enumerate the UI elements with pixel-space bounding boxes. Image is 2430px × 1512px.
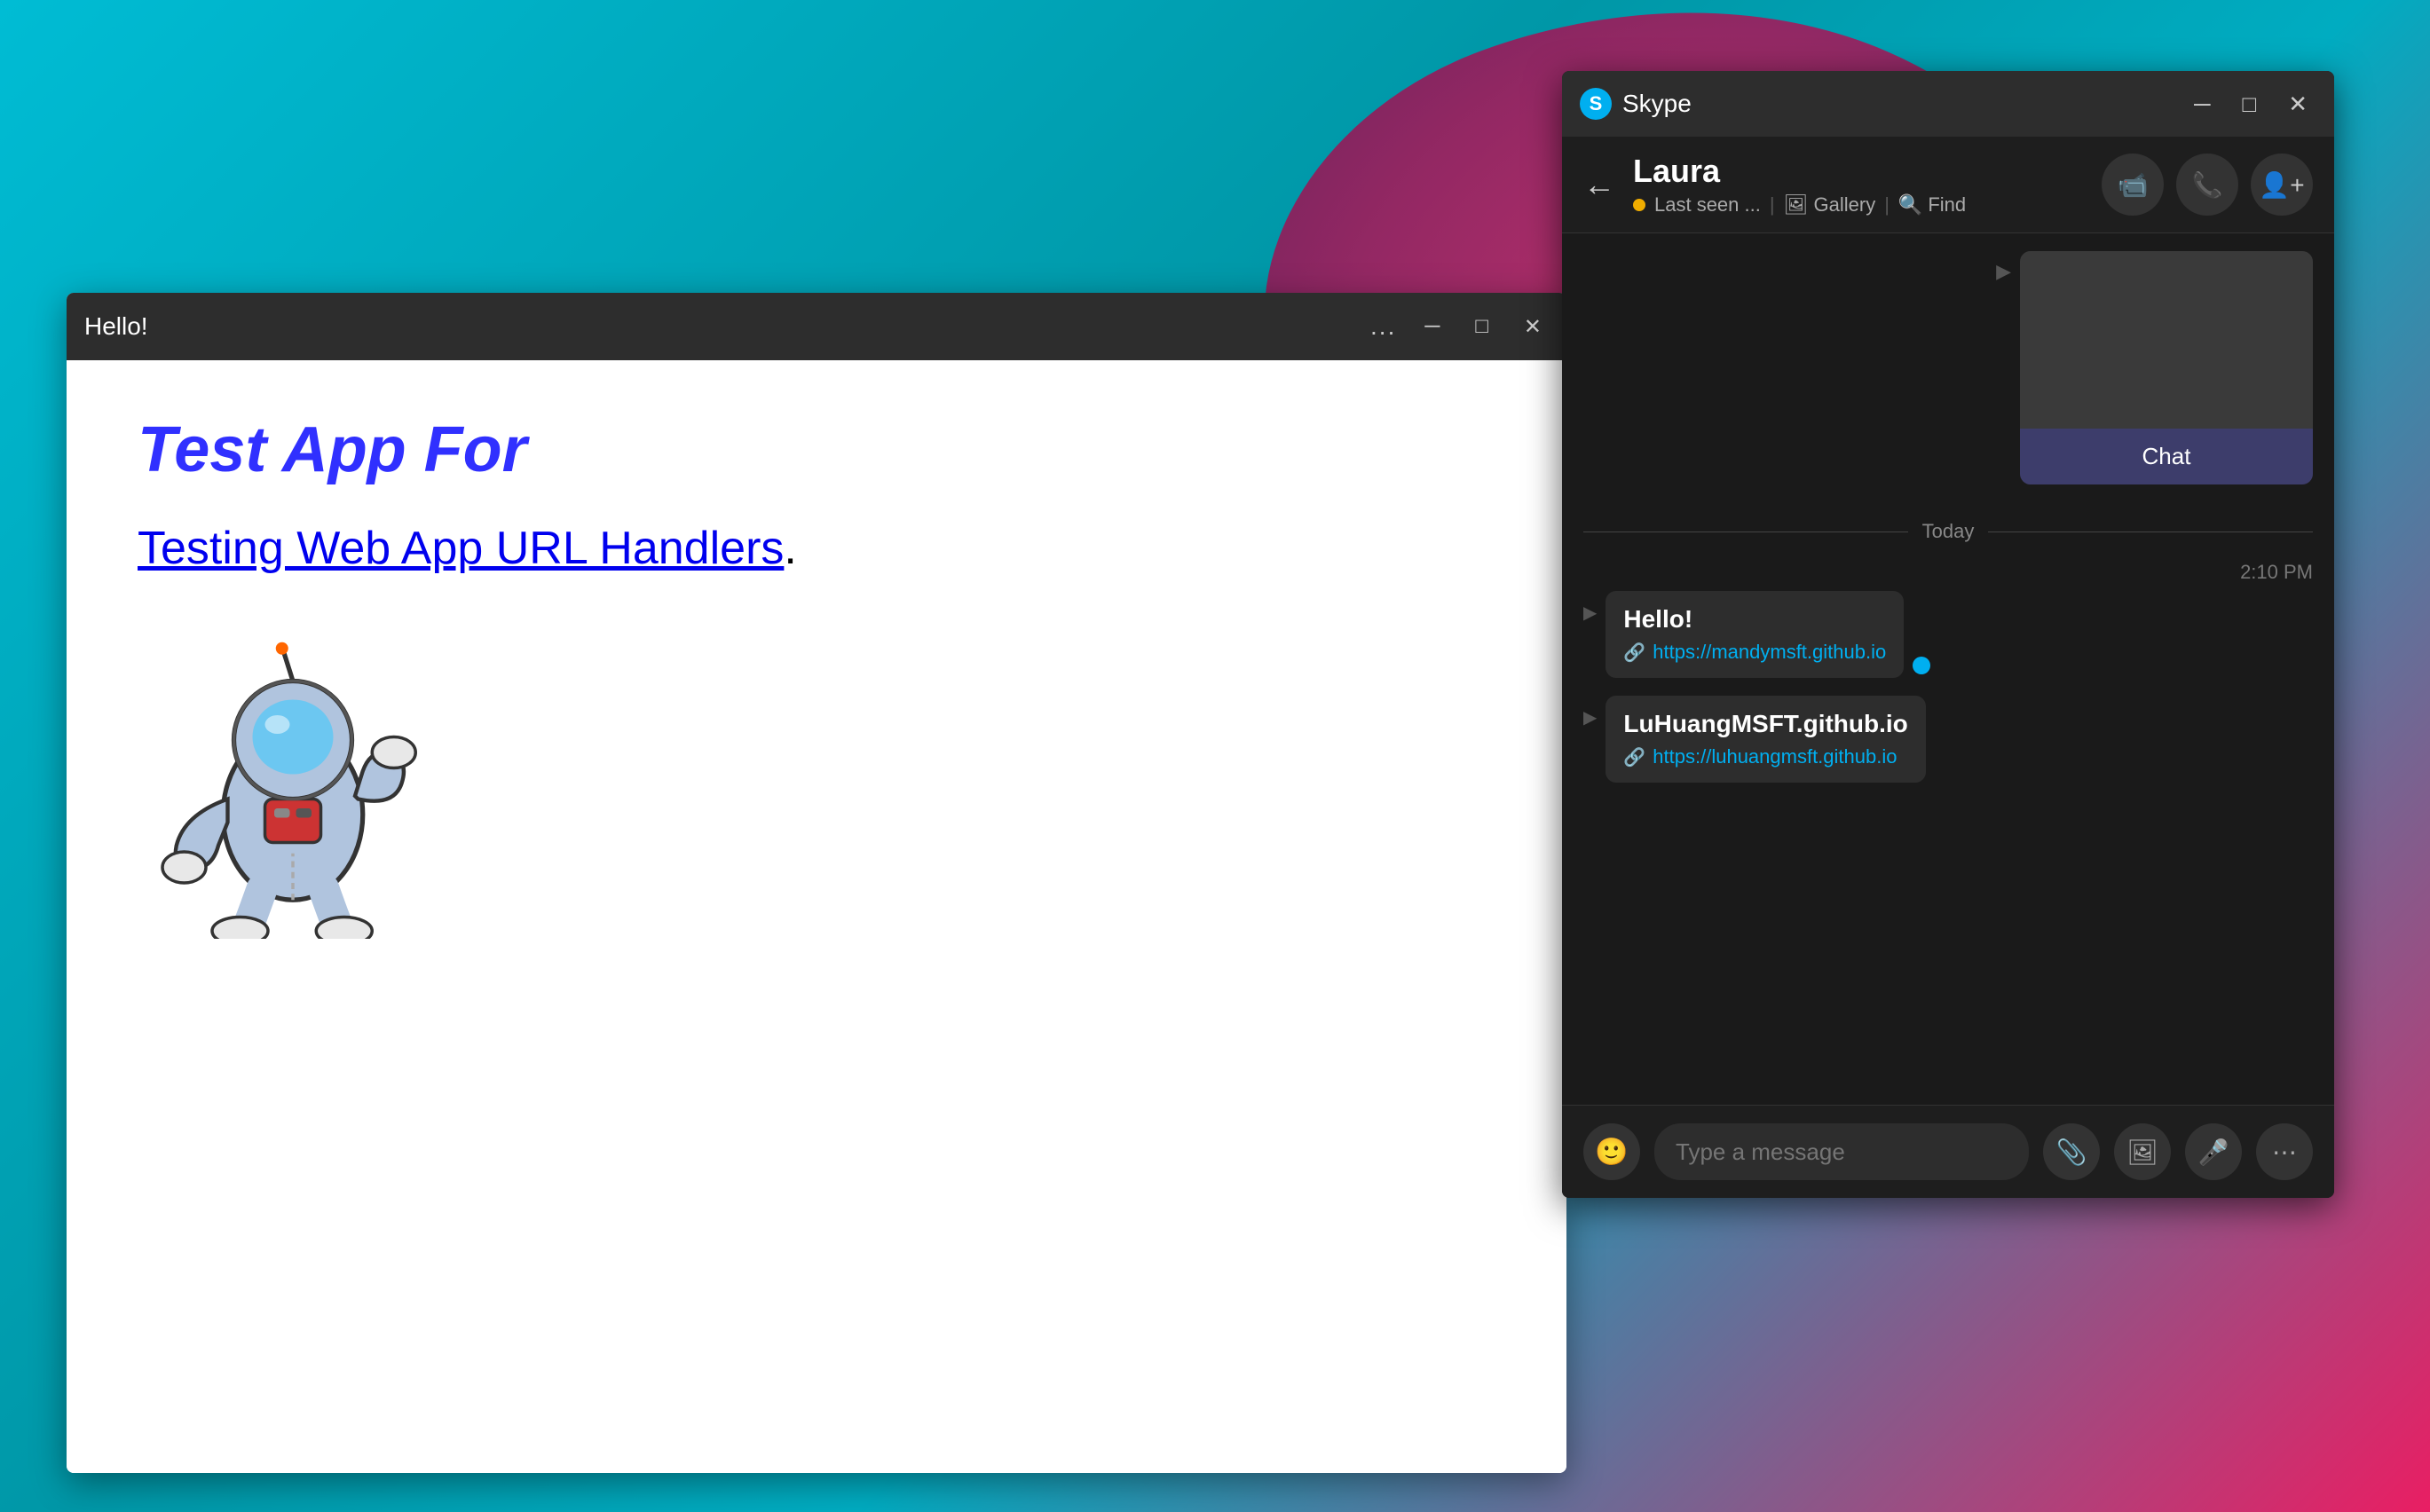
hello-titlebar: Hello! ... ─ □ ✕ [67,293,1566,360]
today-separator: Today [1583,520,2313,543]
message-timestamp: 2:10 PM [1583,561,2313,584]
hello-maximize-button[interactable]: □ [1468,311,1495,343]
message-link-2[interactable]: 🔗 https://luhuangmsft.github.io [1623,745,1907,768]
contact-name: Laura [1633,153,2084,190]
media-card-label: Chat [2020,429,2313,484]
status-separator: | [1770,193,1775,217]
more-options-button[interactable]: ⋯ [2256,1123,2313,1180]
more-icon: ⋯ [2272,1138,2297,1167]
find-icon: 🔍 [1898,193,1922,217]
astronaut-svg [138,628,448,939]
image-button[interactable]: 🖼 [2114,1123,2171,1180]
header-actions: 📹 📞 👤+ [2102,154,2313,216]
skype-logo-icon: S [1580,88,1612,120]
emoji-icon: 🙂 [1595,1137,1628,1168]
chat-area: ▶ Chat Today 2:10 PM ▶ Hello! 🔗 https://… [1562,233,2334,1105]
skype-close-button[interactable]: ✕ [2279,87,2316,122]
message-item: ▶ Hello! 🔗 https://mandymsft.github.io [1583,591,2313,678]
media-card-image [2020,251,2313,429]
skype-window: S Skype ─ □ ✕ ← Laura Last seen ... | 🖼 … [1562,71,2334,1198]
message-send-icon-1: ▶ [1583,602,1597,624]
message-title-1: Hello! [1623,605,1886,634]
media-card-content: Chat [2020,251,2313,484]
video-call-button[interactable]: 📹 [2102,154,2164,216]
audio-call-icon: 📞 [2192,170,2223,200]
find-label: Find [1928,193,1966,217]
message-title-2: LuHuangMSFT.github.io [1623,710,1907,738]
microphone-icon: 🎤 [2198,1138,2229,1167]
back-button[interactable]: ← [1583,166,1615,203]
message-input[interactable] [1654,1123,2029,1180]
skype-header: ← Laura Last seen ... | 🖼 Gallery | 🔍 Fi… [1562,137,2334,233]
gallery-link[interactable]: 🖼 Gallery [1784,193,1876,217]
media-card-send-icon: ▶ [1996,260,2011,283]
hello-window-title: Hello! [84,312,148,341]
skype-window-title: Skype [1622,90,1692,118]
emoji-button[interactable]: 🙂 [1583,1123,1640,1180]
astronaut-image [138,628,475,965]
hello-close-button[interactable]: ✕ [1517,311,1549,343]
attach-icon: 📎 [2056,1138,2087,1167]
hello-titlebar-controls: ... ─ □ ✕ [1370,311,1549,343]
chat-input-bar: 🙂 📎 🖼 🎤 ⋯ [1562,1105,2334,1198]
hello-content: Test App For Testing Web App URL Handler… [67,360,1566,1473]
audio-call-button[interactable]: 📞 [2176,154,2238,216]
hello-more-options[interactable]: ... [1370,312,1396,341]
skype-minimize-button[interactable]: ─ [2185,87,2219,122]
message-bubble-1: Hello! 🔗 https://mandymsft.github.io [1606,591,1904,678]
hello-app-window: Hello! ... ─ □ ✕ Test App For Testing We… [67,293,1566,1473]
hello-heading: Test App For [138,413,1495,486]
contact-status: Last seen ... | 🖼 Gallery | 🔍 Find [1633,193,2084,217]
link-icon-2: 🔗 [1623,746,1645,768]
add-participant-icon: 👤+ [2259,170,2304,200]
gallery-label: Gallery [1814,193,1876,217]
message-link-url-1: https://mandymsft.github.io [1653,641,1886,664]
message-indicator-1 [1913,657,1930,674]
skype-maximize-button[interactable]: □ [2233,87,2265,122]
hello-link[interactable]: Testing Web App URL Handlers [138,523,784,574]
audio-button[interactable]: 🎤 [2185,1123,2242,1180]
today-label: Today [1922,520,1975,543]
hello-period: . [784,523,796,574]
message-link-1[interactable]: 🔗 https://mandymsft.github.io [1623,641,1886,664]
media-card: ▶ Chat [1996,251,2313,484]
contact-info: Laura Last seen ... | 🖼 Gallery | 🔍 Find [1633,153,2084,217]
gallery-icon: 🖼 [1784,193,1809,217]
link-icon-1: 🔗 [1623,642,1645,664]
status-dot-icon [1633,199,1645,211]
video-call-icon: 📹 [2118,170,2149,200]
message-item-2: ▶ LuHuangMSFT.github.io 🔗 https://luhuan… [1583,696,2313,783]
hello-link-container: Testing Web App URL Handlers. [138,522,1495,575]
skype-titlebar-buttons: ─ □ ✕ [2185,87,2316,122]
message-bubble-2: LuHuangMSFT.github.io 🔗 https://luhuangm… [1606,696,1925,783]
attach-button[interactable]: 📎 [2043,1123,2100,1180]
add-participant-button[interactable]: 👤+ [2251,154,2313,216]
find-link[interactable]: 🔍 Find [1898,193,1966,217]
status-separator-2: | [1884,193,1890,217]
contact-last-seen: Last seen ... [1654,193,1761,217]
skype-titlebar: S Skype ─ □ ✕ [1562,71,2334,137]
image-icon: 🖼 [2126,1138,2158,1167]
message-send-icon-2: ▶ [1583,706,1597,728]
hello-minimize-button[interactable]: ─ [1417,311,1447,343]
skype-title-left: S Skype [1580,88,1692,120]
message-link-url-2: https://luhuangmsft.github.io [1653,745,1897,768]
